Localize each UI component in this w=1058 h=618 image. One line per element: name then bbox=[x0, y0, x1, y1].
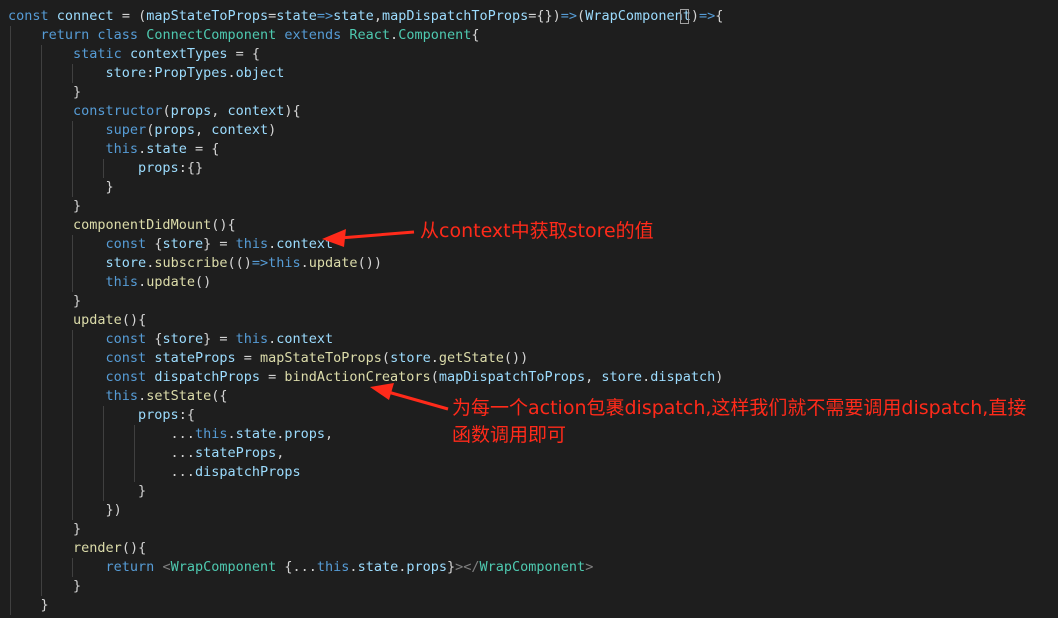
arrow-context bbox=[322, 229, 415, 247]
annotation-arrows bbox=[322, 229, 449, 411]
arrow-dispatch bbox=[370, 383, 449, 411]
